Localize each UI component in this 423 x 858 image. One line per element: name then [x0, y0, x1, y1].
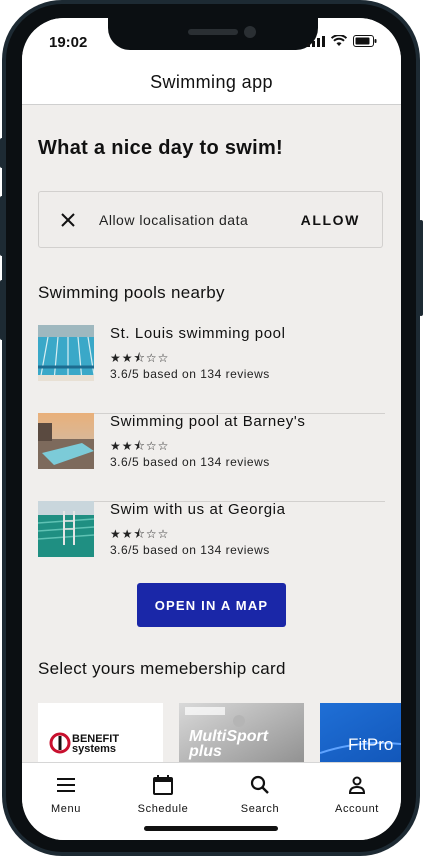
pool-name: St. Louis swimming pool: [110, 325, 286, 342]
multisport-card-name: MultiSport plus: [189, 728, 269, 760]
speaker: [188, 29, 238, 35]
pool-name: Swim with us at Georgia: [110, 501, 286, 518]
membership-card-multisport[interactable]: MultiSport plus: [179, 703, 304, 762]
pool-thumbnail: [38, 413, 94, 469]
open-map-button[interactable]: OPEN IN A MAP: [137, 583, 286, 627]
pool-name: Swimming pool at Barney's: [110, 413, 306, 430]
main-content[interactable]: What a nice day to swim! Allow localisat…: [22, 105, 401, 762]
app-bar: Swimming app: [22, 64, 401, 105]
nav-label-schedule: Schedule: [137, 803, 189, 815]
allow-button[interactable]: ALLOW: [301, 212, 360, 228]
pool-reviews: 3.6/5 based on 134 reviews: [110, 367, 270, 381]
nav-label-account: Account: [335, 803, 379, 815]
location-banner: Allow localisation data ALLOW: [38, 191, 383, 248]
nav-item-search[interactable]: Search: [220, 773, 300, 815]
power-button: [419, 220, 423, 316]
status-time: 19:02: [49, 34, 88, 51]
membership-card-benefit[interactable]: BENEFIT systems: [38, 703, 163, 762]
nav-label-menu: Menu: [51, 803, 81, 815]
fitpro-card-name: FitPro: [348, 735, 394, 754]
status-bar: 19:02: [22, 18, 401, 64]
wifi-icon: [331, 35, 347, 46]
phone-screen: 19:02 Swimming app What a nice day to sw…: [22, 18, 401, 840]
calendar-icon: [153, 775, 173, 795]
nav-item-schedule[interactable]: Schedule: [123, 773, 203, 815]
membership-card-fitpro[interactable]: FitPro: [320, 703, 401, 762]
pools-section-title: Swimming pools nearby: [38, 283, 225, 302]
status-icons: [307, 35, 377, 47]
menu-icon: [57, 778, 75, 792]
close-icon[interactable]: [59, 211, 77, 229]
membership-card-carousel[interactable]: BENEFIT systems MultiSport plus FitPro: [38, 703, 401, 762]
battery-icon: [353, 35, 377, 47]
volume-down-button: [0, 280, 4, 340]
pool-list-item[interactable]: St. Louis swimming pool ★★⯪☆☆ 3.6/5 base…: [38, 325, 385, 414]
volume-up-button: [0, 196, 4, 256]
mute-switch: [0, 138, 4, 168]
banner-message: Allow localisation data: [99, 212, 249, 228]
benefit-card-name: BENEFIT systems: [72, 733, 120, 755]
home-indicator[interactable]: [144, 826, 278, 831]
notch: [108, 18, 318, 50]
nav-item-account[interactable]: Account: [317, 773, 397, 815]
greeting-heading: What a nice day to swim!: [38, 137, 284, 159]
signal-icon: [307, 35, 325, 47]
membership-section-title: Select yours memebership card: [38, 659, 286, 678]
person-icon: [348, 776, 366, 794]
app-title: Swimming app: [150, 72, 273, 92]
pool-list-item[interactable]: Swim with us at Georgia ★★⯪☆☆ 3.6/5 base…: [38, 501, 385, 589]
search-icon: [250, 775, 269, 794]
pool-thumbnail: [38, 501, 94, 557]
pool-list-item[interactable]: Swimming pool at Barney's ★★⯪☆☆ 3.6/5 ba…: [38, 413, 385, 502]
nav-item-menu[interactable]: Menu: [26, 773, 106, 815]
pool-thumbnail: [38, 325, 94, 381]
pool-reviews: 3.6/5 based on 134 reviews: [110, 455, 270, 469]
nav-label-search: Search: [240, 803, 280, 815]
pool-reviews: 3.6/5 based on 134 reviews: [110, 543, 270, 557]
camera: [244, 26, 256, 38]
